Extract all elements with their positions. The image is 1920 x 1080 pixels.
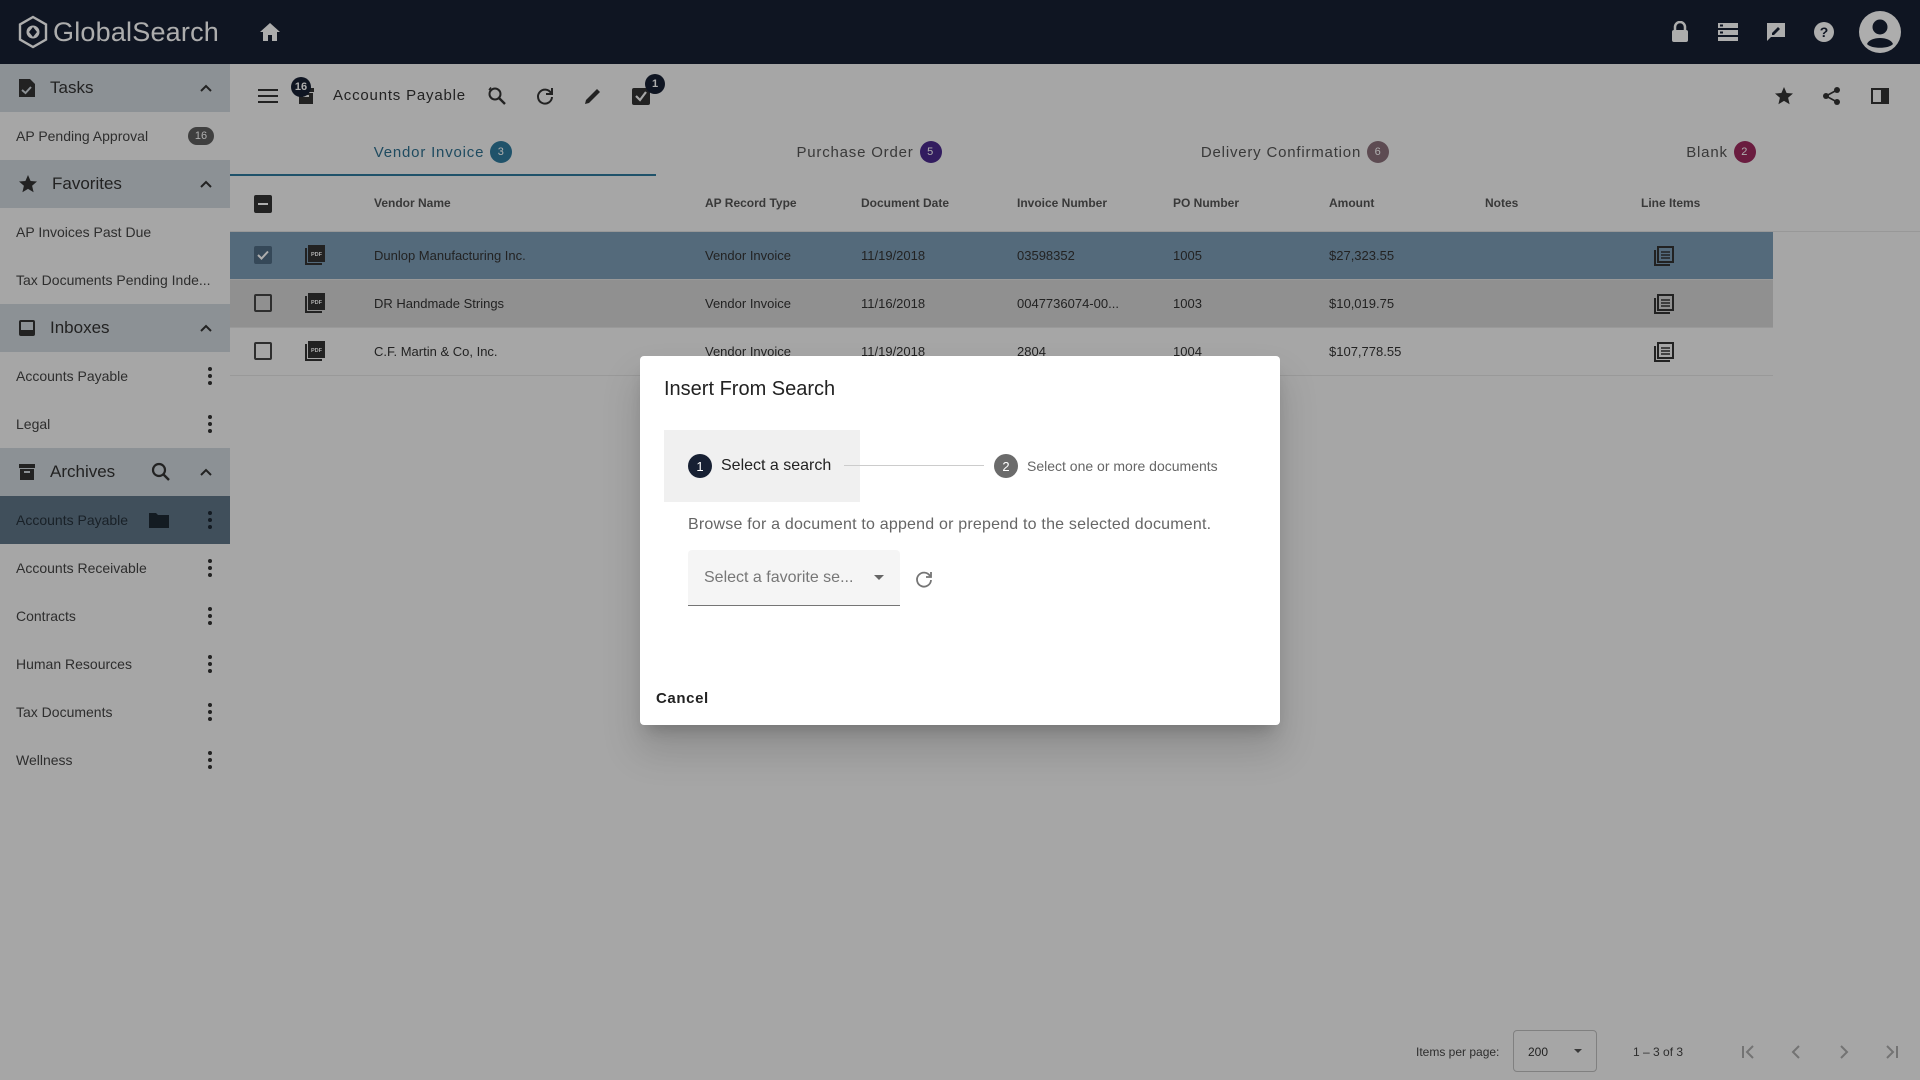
dropdown-arrow-icon xyxy=(874,575,884,580)
dialog-description: Browse for a document to append or prepe… xyxy=(688,516,1212,533)
step-label: Select one or more documents xyxy=(1027,458,1218,474)
step-number-badge: 1 xyxy=(688,454,712,478)
stepper-step-select-documents[interactable]: 2 Select one or more documents xyxy=(994,454,1218,478)
refresh-icon[interactable] xyxy=(912,567,936,591)
step-number-badge: 2 xyxy=(994,454,1018,478)
stepper-connector xyxy=(844,465,984,466)
stepper-step-select-search[interactable]: 1 Select a search xyxy=(664,430,860,502)
step-label: Select a search xyxy=(721,457,832,474)
modal-backdrop[interactable]: Insert From Search 1 Select a search 2 S… xyxy=(0,0,1920,1080)
select-placeholder: Select a favorite se... xyxy=(704,569,854,586)
favorite-search-select[interactable]: Select a favorite se... xyxy=(688,550,900,606)
cancel-button[interactable]: Cancel xyxy=(648,680,717,716)
insert-from-search-dialog: Insert From Search 1 Select a search 2 S… xyxy=(640,356,1280,725)
dialog-title: Insert From Search xyxy=(664,378,836,400)
